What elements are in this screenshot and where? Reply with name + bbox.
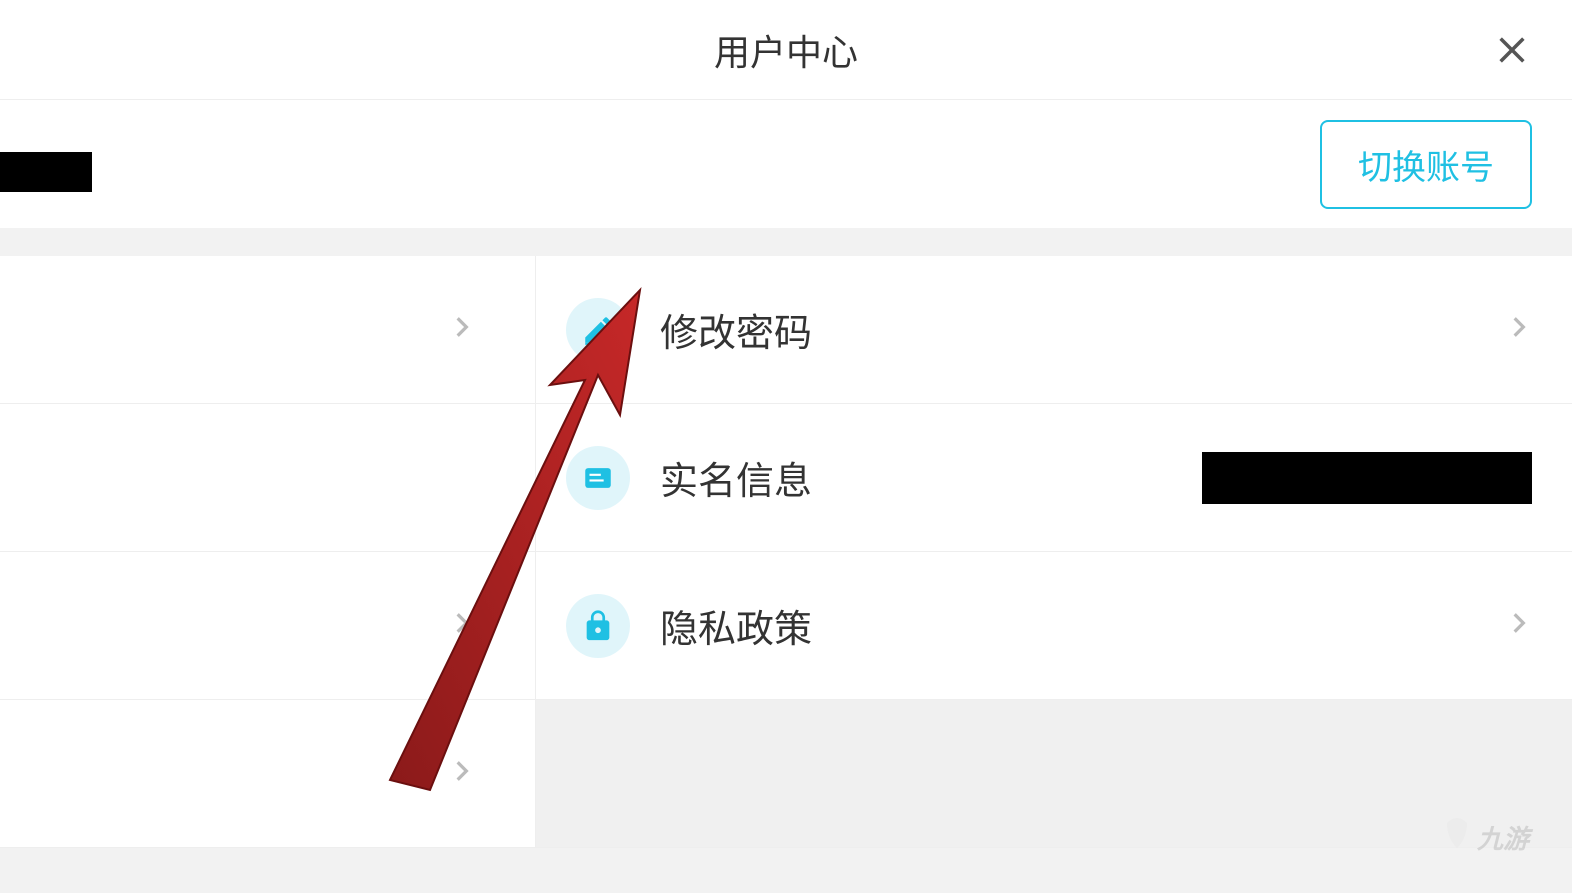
card-icon: [581, 461, 615, 495]
pencil-icon: [581, 313, 615, 347]
header: 用户中心: [0, 0, 1572, 100]
account-section: 切换账号: [0, 100, 1572, 228]
section-divider: [0, 228, 1572, 256]
real-name-info-label: 实名信息: [660, 450, 812, 505]
redacted-real-name: [1202, 452, 1532, 504]
lock-icon-circle: [566, 594, 630, 658]
switch-account-button[interactable]: 切换账号: [1320, 120, 1532, 209]
redacted-account-id: [0, 152, 92, 192]
empty-item: [536, 700, 1572, 848]
chevron-right-icon: [449, 314, 475, 345]
privacy-policy-item[interactable]: 隐私政策: [536, 552, 1572, 700]
close-button[interactable]: [1492, 30, 1532, 70]
real-name-info-item[interactable]: 实名信息: [536, 404, 1572, 552]
privacy-policy-label: 隐私政策: [660, 598, 812, 653]
change-password-item[interactable]: 修改密码: [536, 256, 1572, 404]
left-column: [0, 256, 536, 848]
change-password-label: 修改密码: [660, 302, 812, 357]
right-column: 修改密码 实名信息: [536, 256, 1572, 848]
left-list-item[interactable]: [0, 552, 535, 700]
info-icon-circle: [566, 446, 630, 510]
chevron-right-icon: [449, 758, 475, 789]
page-title: 用户中心: [714, 24, 858, 76]
chevron-right-icon: [1506, 314, 1532, 345]
left-list-item[interactable]: [0, 404, 535, 552]
left-list-item[interactable]: [0, 700, 535, 848]
edit-icon-circle: [566, 298, 630, 362]
left-list-item[interactable]: [0, 256, 535, 404]
chevron-right-icon: [1506, 610, 1532, 641]
close-icon: [1495, 33, 1529, 67]
lock-icon: [581, 609, 615, 643]
settings-container: 修改密码 实名信息: [0, 256, 1572, 848]
chevron-right-icon: [449, 610, 475, 641]
